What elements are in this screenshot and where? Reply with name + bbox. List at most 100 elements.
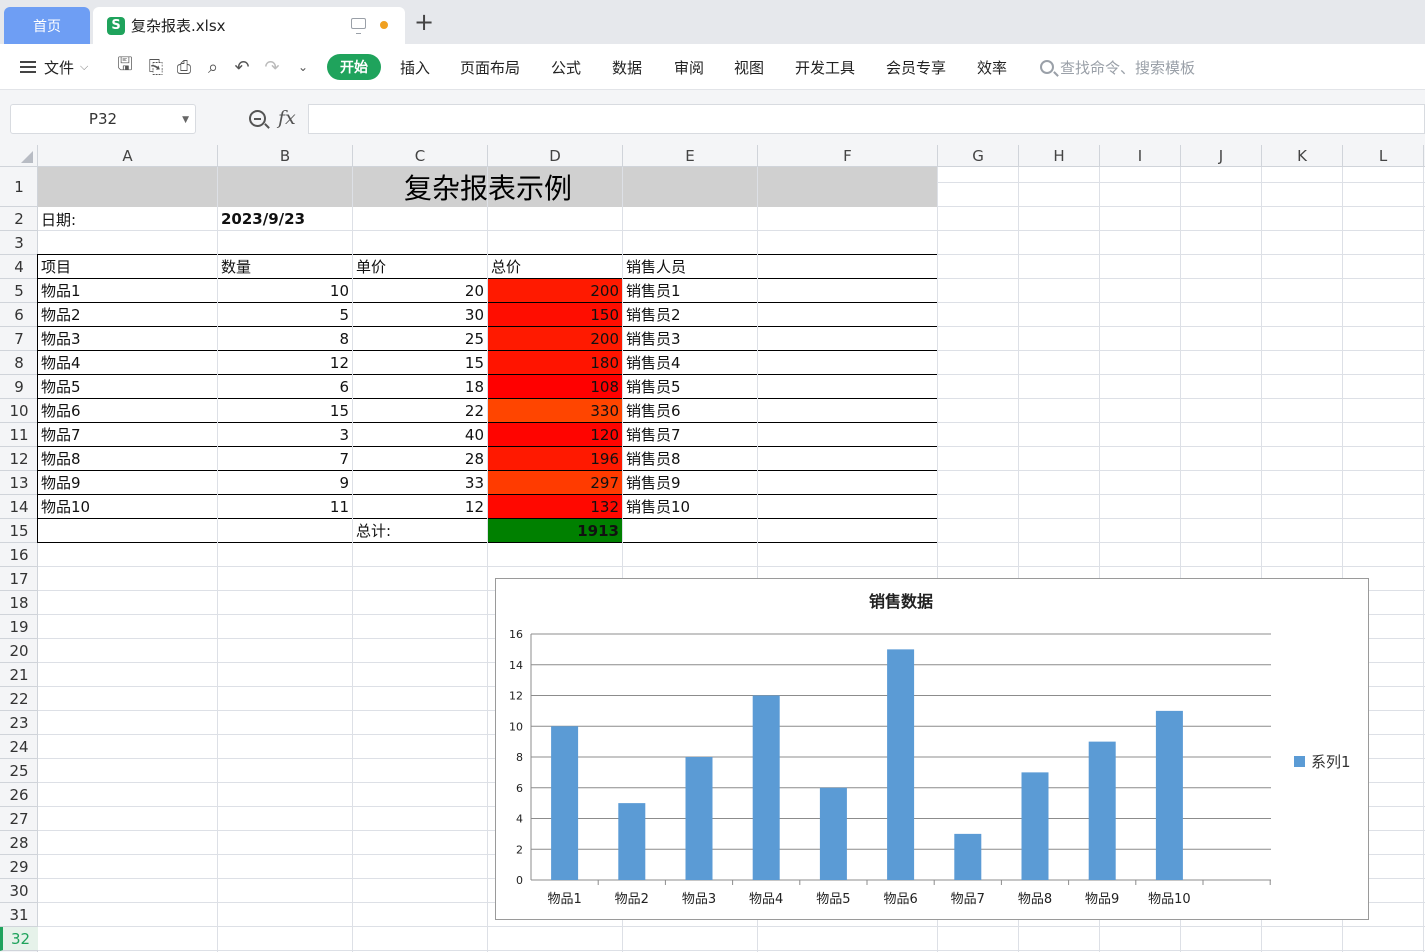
quantity-cell[interactable]: 9	[217, 470, 353, 495]
item-name-cell[interactable]: 物品1	[37, 278, 218, 303]
row-header[interactable]: 29	[0, 855, 38, 879]
empty-cell[interactable]	[757, 446, 938, 471]
empty-cell[interactable]	[757, 422, 938, 447]
item-name-cell[interactable]: 物品5	[37, 374, 218, 399]
column-header[interactable]: B	[218, 145, 353, 167]
row-header[interactable]: 21	[0, 663, 38, 687]
unit-price-cell[interactable]: 12	[352, 494, 488, 519]
command-search[interactable]: 查找命令、搜索模板	[1040, 44, 1195, 90]
salesperson-cell[interactable]: 销售员5	[622, 374, 758, 399]
quantity-cell[interactable]: 12	[217, 350, 353, 375]
quantity-cell[interactable]: 15	[217, 398, 353, 423]
tab-home[interactable]: 首页	[4, 7, 90, 44]
row-header[interactable]: 19	[0, 615, 38, 639]
unit-price-cell[interactable]: 28	[352, 446, 488, 471]
undo-button[interactable]: ↶	[231, 44, 253, 90]
total-price-cell[interactable]: 200	[487, 326, 623, 351]
row-header[interactable]: 26	[0, 783, 38, 807]
function-icon[interactable]: fx	[278, 107, 296, 129]
column-header[interactable]: A	[38, 145, 218, 167]
item-name-cell[interactable]: 物品7	[37, 422, 218, 447]
row-header[interactable]: 32	[0, 927, 38, 951]
formula-input[interactable]	[308, 104, 1425, 134]
row-header[interactable]: 11	[0, 423, 38, 447]
name-box[interactable]: P32 ▼	[10, 104, 196, 134]
item-name-cell[interactable]: 物品4	[37, 350, 218, 375]
row-header[interactable]: 22	[0, 687, 38, 711]
item-name-cell[interactable]: 物品6	[37, 398, 218, 423]
empty-cell[interactable]	[757, 518, 938, 543]
sheet-title[interactable]: 复杂报表示例	[38, 167, 938, 207]
empty-cell[interactable]	[757, 398, 938, 423]
row-header[interactable]: 1	[0, 167, 38, 207]
grand-total-cell[interactable]: 1913	[487, 518, 623, 543]
unit-price-cell[interactable]: 40	[352, 422, 488, 447]
caret-down-icon[interactable]: ▼	[182, 115, 189, 125]
empty-cell[interactable]	[757, 374, 938, 399]
total-price-cell[interactable]: 120	[487, 422, 623, 447]
row-header[interactable]: 24	[0, 735, 38, 759]
total-price-cell[interactable]: 180	[487, 350, 623, 375]
row-header[interactable]: 18	[0, 591, 38, 615]
tab-page-layout[interactable]: 页面布局	[460, 44, 520, 90]
select-all-corner[interactable]	[0, 145, 38, 167]
column-header[interactable]: G	[938, 145, 1019, 167]
quantity-cell[interactable]: 7	[217, 446, 353, 471]
row-header[interactable]: 12	[0, 447, 38, 471]
tab-review[interactable]: 审阅	[674, 44, 704, 90]
row-header[interactable]: 28	[0, 831, 38, 855]
row-header[interactable]: 9	[0, 375, 38, 399]
save-button[interactable]: 🖫	[114, 44, 136, 90]
column-header[interactable]: H	[1019, 145, 1100, 167]
empty-cell[interactable]	[37, 518, 218, 543]
salesperson-cell[interactable]: 销售员9	[622, 470, 758, 495]
export-button[interactable]: ⎘	[145, 44, 167, 90]
row-header[interactable]: 31	[0, 903, 38, 927]
row-header[interactable]: 5	[0, 279, 38, 303]
empty-cell[interactable]	[217, 518, 353, 543]
tab-file[interactable]: S 复杂报表.xlsx	[93, 7, 405, 44]
total-price-cell[interactable]: 132	[487, 494, 623, 519]
row-header[interactable]: 27	[0, 807, 38, 831]
header-cell[interactable]: 项目	[37, 254, 218, 279]
column-header[interactable]: E	[623, 145, 758, 167]
salesperson-cell[interactable]: 销售员2	[622, 302, 758, 327]
monitor-icon[interactable]	[351, 18, 366, 34]
quick-access-more-button[interactable]: ⌄	[292, 44, 314, 90]
column-header[interactable]: F	[758, 145, 938, 167]
tab-formulas[interactable]: 公式	[551, 44, 581, 90]
new-tab-plus-icon[interactable]: +	[414, 10, 434, 34]
total-price-cell[interactable]: 330	[487, 398, 623, 423]
quantity-cell[interactable]: 6	[217, 374, 353, 399]
item-name-cell[interactable]: 物品2	[37, 302, 218, 327]
unit-price-cell[interactable]: 25	[352, 326, 488, 351]
quantity-cell[interactable]: 5	[217, 302, 353, 327]
row-header[interactable]: 6	[0, 303, 38, 327]
unit-price-cell[interactable]: 33	[352, 470, 488, 495]
column-header[interactable]: I	[1100, 145, 1181, 167]
tab-insert[interactable]: 插入	[400, 44, 430, 90]
row-header[interactable]: 2	[0, 207, 38, 231]
empty-cell[interactable]	[757, 302, 938, 327]
empty-cell[interactable]	[757, 350, 938, 375]
column-header[interactable]: J	[1181, 145, 1262, 167]
empty-cell[interactable]	[757, 326, 938, 351]
salesperson-cell[interactable]: 销售员1	[622, 278, 758, 303]
empty-cell[interactable]	[622, 518, 758, 543]
row-header[interactable]: 23	[0, 711, 38, 735]
salesperson-cell[interactable]: 销售员6	[622, 398, 758, 423]
total-price-cell[interactable]: 108	[487, 374, 623, 399]
quantity-cell[interactable]: 8	[217, 326, 353, 351]
item-name-cell[interactable]: 物品3	[37, 326, 218, 351]
column-header[interactable]: D	[488, 145, 623, 167]
empty-cell[interactable]	[757, 494, 938, 519]
empty-cell[interactable]	[757, 254, 938, 279]
total-price-cell[interactable]: 196	[487, 446, 623, 471]
tab-efficiency[interactable]: 效率	[977, 44, 1007, 90]
salesperson-cell[interactable]: 销售员4	[622, 350, 758, 375]
total-price-cell[interactable]: 150	[487, 302, 623, 327]
header-cell[interactable]: 总价	[487, 254, 623, 279]
print-button[interactable]: ⎙	[173, 44, 195, 90]
header-cell[interactable]: 数量	[217, 254, 353, 279]
row-header[interactable]: 15	[0, 519, 38, 543]
